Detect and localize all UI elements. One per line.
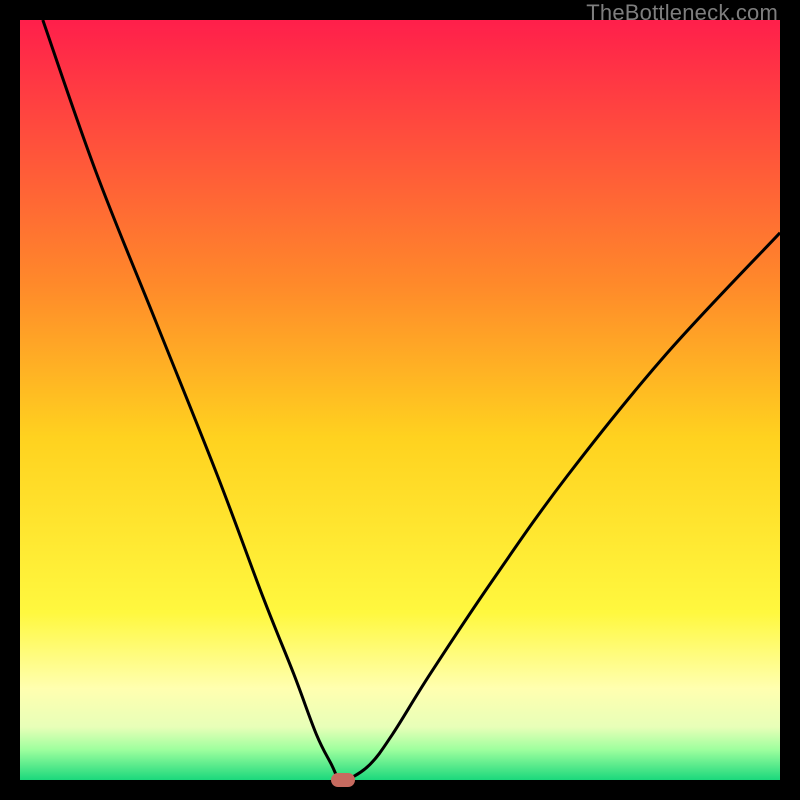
chart-plot-area <box>20 20 780 780</box>
heat-gradient-background <box>20 20 780 780</box>
gradient-rect <box>20 20 780 780</box>
